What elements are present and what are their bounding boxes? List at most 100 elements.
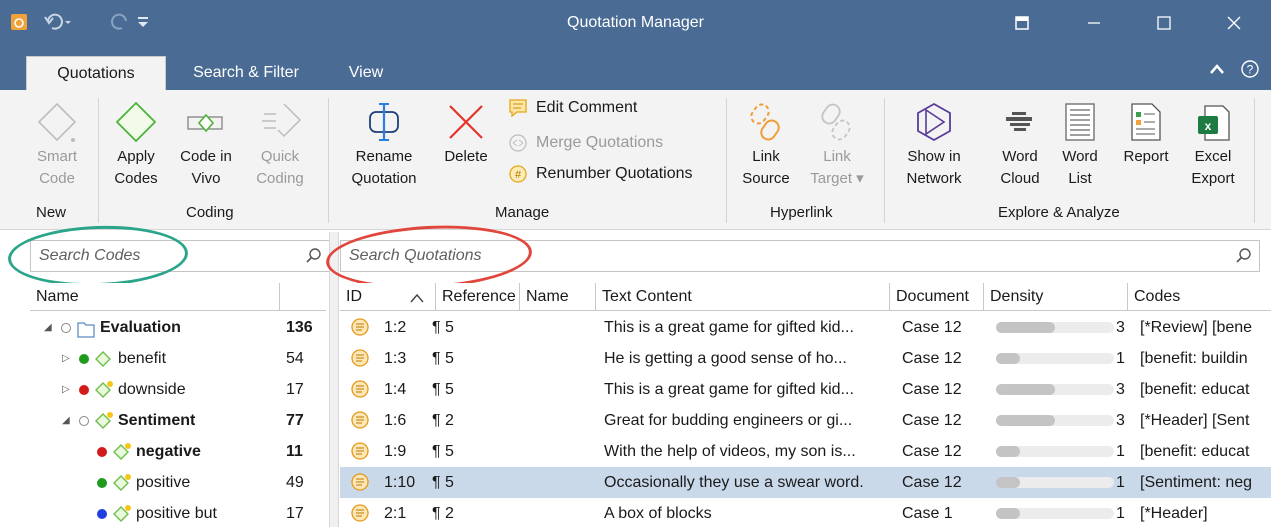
tab-quotations[interactable]: Quotations [26, 56, 166, 90]
density-bar [996, 343, 1120, 374]
smart-code-icon [37, 102, 77, 142]
link-target-button[interactable]: Link Target ▾ [806, 98, 868, 190]
expand-arrow-icon[interactable]: ▷ [62, 343, 70, 374]
column-header-text-content[interactable]: Text Content [596, 283, 890, 311]
search-codes-input[interactable]: Search Codes [30, 240, 330, 272]
link-source-icon [750, 103, 780, 141]
code-row[interactable]: ▷ benefit 54 [30, 343, 326, 374]
group-label-coding: Coding [186, 204, 234, 221]
column-header-reference[interactable]: Reference [436, 283, 520, 311]
tab-view[interactable]: View [336, 56, 396, 90]
link-target-icon [821, 103, 851, 141]
apply-codes-button[interactable]: Apply Codes [110, 98, 162, 190]
code-icon [112, 498, 132, 529]
code-icon [112, 467, 132, 498]
column-header-id[interactable]: ID [340, 283, 436, 311]
svg-text:x: x [1205, 119, 1212, 133]
word-cloud-button[interactable]: Word Cloud [994, 98, 1046, 190]
apply-codes-icon [115, 101, 157, 143]
code-color-dot [96, 467, 108, 498]
quotation-document: Case 12 [902, 319, 962, 336]
column-header-density[interactable]: Density [984, 283, 1128, 311]
help-icon[interactable]: ? [1240, 59, 1260, 83]
pane-splitter[interactable] [329, 232, 339, 527]
quotation-row[interactable]: 2:1 ¶ 2 A box of blocks Case 1 1 [*Heade… [340, 498, 1271, 529]
maximize-button[interactable] [1142, 6, 1186, 40]
search-quotations-input[interactable]: Search Quotations [340, 240, 1260, 272]
quotation-row[interactable]: 1:9 ¶ 5 With the help of videos, my son … [340, 436, 1271, 467]
column-header-count[interactable] [280, 283, 326, 311]
quotation-density: 1 [1116, 443, 1125, 460]
code-name: Evaluation [100, 319, 181, 336]
network-icon [917, 102, 951, 142]
column-header-name[interactable]: Name [30, 283, 280, 311]
code-row[interactable]: ◢ Sentiment 77 [30, 405, 326, 436]
density-bar [996, 405, 1120, 436]
code-in-vivo-button[interactable]: Code in Vivo [176, 98, 236, 190]
code-row[interactable]: ▷ downside 17 [30, 374, 326, 405]
column-header-codes[interactable]: Codes [1128, 283, 1271, 311]
renumber-quotations-button[interactable]: # Renumber Quotations [508, 164, 693, 184]
minimize-button[interactable] [1072, 6, 1116, 40]
quotation-codes: [benefit: educat [1140, 443, 1250, 460]
code-row[interactable]: positive 49 [30, 467, 326, 498]
code-row[interactable]: negative 11 [30, 436, 326, 467]
codes-table-header: Name [30, 283, 326, 311]
column-header-name[interactable]: Name [520, 283, 596, 311]
word-list-icon [1065, 103, 1095, 141]
quotation-text: With the help of videos, my son is... [604, 443, 856, 460]
quotation-text-icon [350, 467, 370, 498]
column-header-document[interactable]: Document [890, 283, 984, 311]
show-in-network-button[interactable]: Show in Network [896, 98, 972, 190]
close-button[interactable] [1212, 6, 1256, 40]
quotation-row[interactable]: 1:4 ¶ 5 This is a great game for gifted … [340, 374, 1271, 405]
svg-text:?: ? [1247, 63, 1254, 77]
collapse-ribbon-icon[interactable] [1209, 62, 1225, 80]
expand-arrow-icon[interactable]: ▷ [62, 374, 70, 405]
quotation-reference: ¶ 5 [432, 350, 454, 367]
word-list-button[interactable]: Word List [1054, 98, 1106, 190]
quotation-row[interactable]: 1:3 ¶ 5 He is getting a good sense of ho… [340, 343, 1271, 374]
delete-button[interactable]: Delete [436, 98, 496, 168]
quotation-document: Case 1 [902, 505, 953, 522]
edit-comment-button[interactable]: Edit Comment [508, 98, 637, 118]
merge-quotations-button[interactable]: Merge Quotations [508, 133, 663, 153]
quotation-id: 1:4 [384, 381, 407, 398]
tab-search-filter[interactable]: Search & Filter [176, 56, 316, 90]
quotation-density: 1 [1116, 505, 1125, 522]
quotations-table-header: ID Reference Name Text Content Document … [340, 283, 1271, 311]
quotation-row[interactable]: 1:10 ¶ 5 Occasionally they use a swear w… [340, 467, 1271, 498]
code-icon [94, 343, 114, 374]
ribbon-display-options-icon[interactable] [1000, 6, 1044, 40]
link-source-button[interactable]: Link Source [736, 98, 796, 190]
code-name: benefit [118, 350, 167, 367]
report-button[interactable]: Report [1116, 98, 1176, 168]
quotation-document: Case 12 [902, 381, 962, 398]
code-frequency: 136 [286, 319, 313, 336]
quotation-row[interactable]: 1:2 ¶ 5 This is a great game for gifted … [340, 312, 1271, 343]
delete-icon [449, 105, 483, 139]
ribbon-separator [328, 98, 329, 223]
empty-circle-icon [78, 405, 90, 436]
quotation-codes: [benefit: educat [1140, 381, 1250, 398]
collapse-arrow-icon[interactable]: ◢ [44, 312, 52, 343]
code-name: Sentiment [118, 412, 196, 429]
rename-quotation-button[interactable]: Rename Quotation [340, 98, 428, 190]
quotation-text: This is a great game for gifted kid... [604, 381, 854, 398]
density-bar [996, 436, 1120, 467]
quotation-text-icon [350, 498, 370, 529]
quotation-row[interactable]: 1:6 ¶ 2 Great for budding engineers or g… [340, 405, 1271, 436]
quotation-id: 1:10 [384, 474, 416, 491]
rename-quotation-icon [369, 103, 399, 141]
quotation-codes: [benefit: buildin [1140, 350, 1248, 367]
code-row[interactable]: ◢ Evaluation 136 [30, 312, 326, 343]
sort-ascending-icon [410, 293, 424, 303]
quick-coding-button[interactable]: Quick Coding [250, 98, 310, 190]
quotation-codes: [*Header] [Sent [1140, 412, 1250, 429]
excel-export-button[interactable]: x Excel Export [1184, 98, 1242, 190]
code-in-vivo-icon [187, 113, 223, 133]
code-row[interactable]: positive but 17 [30, 498, 326, 529]
quotation-reference: ¶ 2 [432, 412, 454, 429]
smart-code-button[interactable]: Smart Code [32, 98, 82, 190]
collapse-arrow-icon[interactable]: ◢ [62, 405, 70, 436]
